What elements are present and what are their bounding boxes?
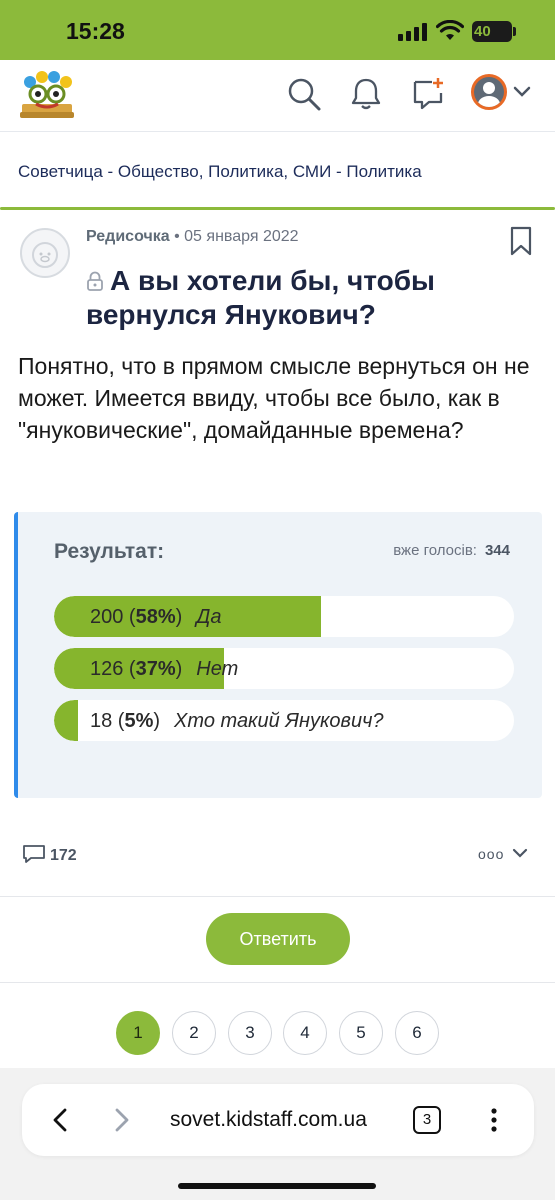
- post-title-text: А вы хотели бы, чтобы вернулся Янукович?: [86, 265, 435, 330]
- logo[interactable]: [16, 68, 78, 120]
- poll-option-text: 18 (5%) Хто такий Янукович?: [90, 710, 384, 732]
- poll-option-text: 126 (37%) Нет: [90, 658, 239, 680]
- comment-icon: [23, 845, 45, 863]
- page-button[interactable]: 3: [228, 1011, 272, 1055]
- breadcrumb[interactable]: Советчица - Общество, Политика, СМИ - По…: [18, 162, 422, 182]
- forward-icon[interactable]: [112, 1107, 132, 1133]
- poll-option[interactable]: 200 (58%) Да: [54, 596, 514, 637]
- more-options-button[interactable]: ooo: [478, 846, 504, 862]
- avatar[interactable]: [471, 74, 507, 110]
- poll-option-count: 126: [90, 658, 124, 680]
- poll-option[interactable]: 126 (37%) Нет: [54, 648, 514, 689]
- page-button[interactable]: 6: [395, 1011, 439, 1055]
- page-button[interactable]: 2: [172, 1011, 216, 1055]
- back-icon[interactable]: [50, 1107, 70, 1133]
- battery-icon: 40: [472, 21, 512, 42]
- poll-option-percent: 58%: [135, 606, 176, 628]
- battery-tip: [513, 27, 516, 36]
- app-header: [0, 60, 555, 132]
- meta-separator: •: [174, 228, 180, 245]
- signal-icon: [398, 23, 428, 41]
- more-vertical-icon[interactable]: [486, 1106, 502, 1134]
- poll-option-text: 200 (58%) Да: [90, 606, 222, 628]
- reply-button[interactable]: Ответить: [206, 913, 350, 965]
- comment-count[interactable]: 172: [22, 844, 77, 865]
- comment-count-value: 172: [50, 847, 77, 864]
- post-date: 05 января 2022: [184, 228, 299, 245]
- url-text[interactable]: sovet.kidstaff.com.ua: [170, 1108, 367, 1132]
- author-name[interactable]: Редисочка: [86, 228, 170, 245]
- new-topic-icon[interactable]: [410, 76, 446, 112]
- bookmark-icon[interactable]: [510, 226, 532, 256]
- poll-option[interactable]: 18 (5%) Хто такий Янукович?: [54, 700, 514, 741]
- poll-option-percent: 37%: [135, 658, 176, 680]
- search-icon[interactable]: [286, 76, 322, 112]
- poll-option-label: Нет: [196, 658, 239, 680]
- tabs-button[interactable]: 3: [413, 1106, 441, 1134]
- poll-title: Результат:: [54, 540, 165, 563]
- divider: [0, 982, 555, 983]
- post-body: Понятно, что в прямом смысле вернуться о…: [18, 353, 530, 443]
- page-button[interactable]: 1: [116, 1011, 160, 1055]
- post-divider: [0, 207, 555, 210]
- poll-total-label: вже голосів:: [393, 542, 477, 559]
- poll-option-count: 18: [90, 710, 113, 732]
- page-button[interactable]: 4: [283, 1011, 327, 1055]
- wifi-icon: [436, 20, 464, 40]
- battery-level: 40: [474, 23, 491, 40]
- post-title: А вы хотели бы, чтобы вернулся Янукович?: [86, 264, 526, 332]
- status-time: 15:28: [66, 18, 125, 44]
- home-indicator: [178, 1183, 376, 1189]
- chevron-down-icon[interactable]: [512, 847, 528, 859]
- poll-option-percent: 5%: [124, 710, 154, 732]
- poll-option-label: Хто такий Янукович?: [174, 710, 384, 732]
- poll-option-label: Да: [196, 606, 222, 628]
- bell-icon[interactable]: [348, 76, 384, 112]
- lock-icon: [87, 271, 103, 291]
- poll-total: вже голосів: 344: [393, 542, 510, 559]
- post-meta: Редисочка • 05 января 2022: [86, 228, 299, 246]
- chevron-down-icon[interactable]: [512, 84, 532, 100]
- poll-option-bar: [54, 700, 78, 741]
- divider: [0, 896, 555, 897]
- poll: Результат: вже голосів: 344 200 (58%) Да 1…: [14, 512, 542, 798]
- poll-option-count: 200: [90, 606, 124, 628]
- page-button[interactable]: 5: [339, 1011, 383, 1055]
- status-bar: 15:28 40: [0, 0, 555, 60]
- poll-total-value: 344: [484, 542, 510, 559]
- author-avatar[interactable]: [20, 228, 70, 278]
